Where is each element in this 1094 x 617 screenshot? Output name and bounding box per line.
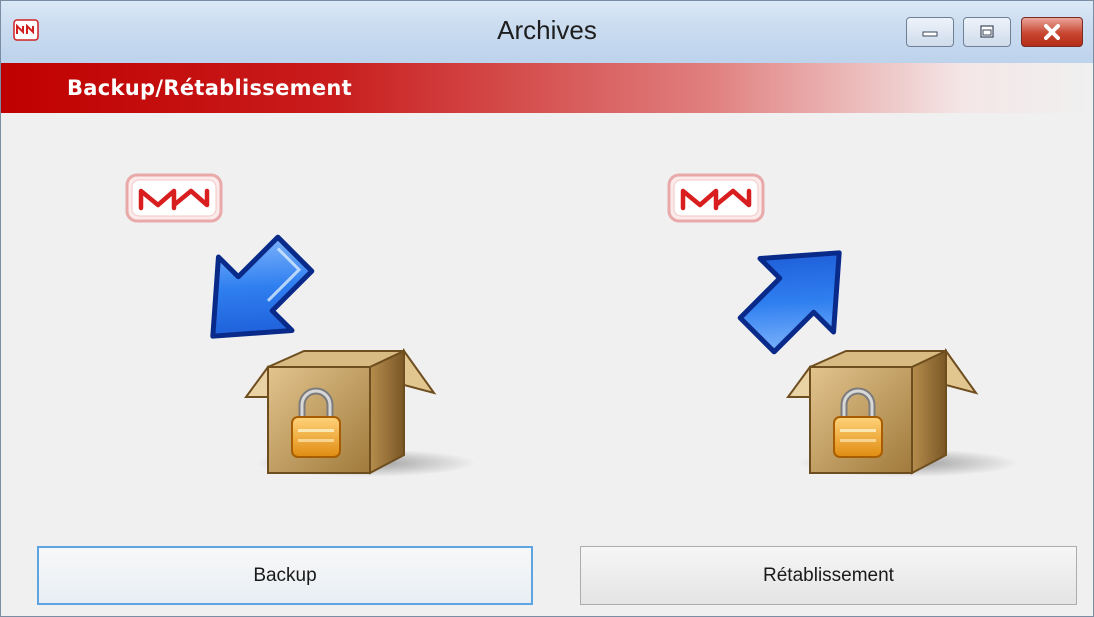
- nn-logo-icon: [125, 173, 223, 223]
- locked-box-icon: [786, 347, 1018, 477]
- restore-button[interactable]: Rétablissement: [580, 546, 1077, 605]
- maximize-icon: [980, 25, 994, 38]
- close-button[interactable]: [1021, 17, 1083, 47]
- archives-window: Archives Backup/Rétablissement Backup Ré…: [0, 0, 1094, 617]
- backup-illustration: [81, 113, 581, 513]
- backup-button[interactable]: Backup: [37, 546, 533, 605]
- close-icon: [1044, 24, 1060, 40]
- minimize-icon: [922, 31, 938, 37]
- arrow-down-right-icon: [210, 234, 315, 339]
- nn-logo-icon: [667, 173, 765, 223]
- minimize-button[interactable]: [906, 17, 954, 47]
- locked-box-icon: [244, 347, 476, 477]
- title-bar[interactable]: Archives: [1, 1, 1093, 63]
- arrow-up-left-icon: [737, 250, 842, 355]
- banner-title: Backup/Rétablissement: [67, 76, 352, 100]
- maximize-button[interactable]: [963, 17, 1011, 47]
- restore-illustration: [623, 113, 1094, 513]
- section-banner: Backup/Rétablissement: [1, 63, 1093, 113]
